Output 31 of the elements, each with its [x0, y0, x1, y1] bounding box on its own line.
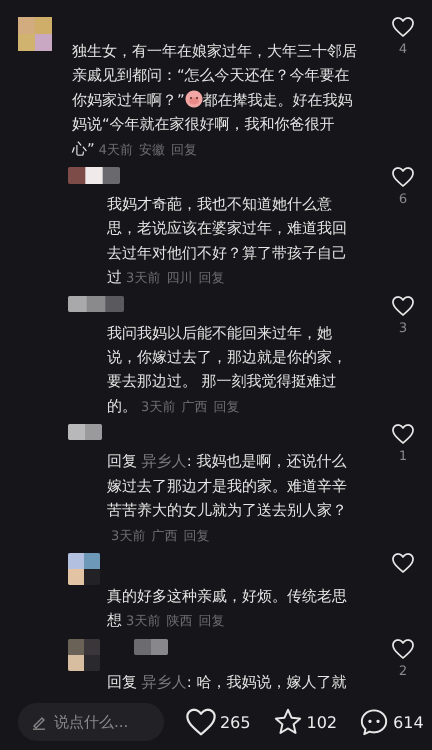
comment-count: 614: [393, 712, 424, 732]
comment-text: 回复 异乡人: 我妈也是啊，还说什么嫁过去了那边才是我的家。难道辛辛苦苦养大的女儿就为了送去别人家？ 3天前 广西 回复: [106, 452, 348, 546]
like-count: 1: [398, 450, 408, 464]
comment-input[interactable]: 说点什么...: [18, 703, 164, 741]
comment-text: 真的好多这种亲戚，好烦。传统老思想 3天前 陕西 回复: [106, 586, 348, 632]
reply-link[interactable]: 回复: [183, 528, 210, 544]
heart-icon[interactable]: [392, 424, 414, 444]
heart-icon[interactable]: [392, 552, 414, 573]
like-count: 4: [398, 43, 408, 57]
reply-link[interactable]: 回复: [198, 614, 224, 630]
heart-icon[interactable]: [392, 167, 414, 188]
emoji-icon: [184, 90, 203, 108]
pencil-icon: [32, 714, 47, 730]
reply-link[interactable]: 回复: [170, 142, 197, 158]
comment-text: 回复 异乡人: 哈，我妈说，嫁人了就: [106, 672, 348, 693]
comment-text: 我问我妈以后能不能回来过年，她说，你嫁过去了，那边就是你的家，要去那边过。 那一刻我觉得挺难过的。 3天前 广西 回复: [106, 324, 348, 417]
like-count: 3: [398, 322, 408, 336]
heart-icon[interactable]: [392, 296, 414, 316]
like-count: 2: [398, 664, 408, 679]
like-count: 265: [220, 712, 251, 732]
chat-bubble-icon[interactable]: [359, 708, 390, 736]
star-icon[interactable]: [272, 708, 303, 736]
comment-text: 独生女，有一年在娘家过年，大年三十邻居亲戚见到都问：“怎么今天还在？今年要在你妈家过年啊？” 都在撵我走。好在我妈妈说“今年就在家很好啊，我和你爸很开心” 4天前 安徽 回复: [72, 42, 358, 160]
favorite-count: 102: [306, 712, 338, 732]
heart-icon[interactable]: [392, 638, 414, 659]
heart-icon[interactable]: [392, 17, 414, 37]
comment-text: 我妈才奇葩，我也不知道她什么意思，老说应该在婆家过年，难道我回去过年对他们不好？算了带孩子自己过 3天前 四川 回复: [106, 195, 348, 288]
heart-icon[interactable]: [186, 708, 216, 736]
like-count: 6: [398, 193, 408, 208]
reply-link[interactable]: 回复: [213, 400, 240, 415]
reply-link[interactable]: 回复: [198, 271, 224, 286]
